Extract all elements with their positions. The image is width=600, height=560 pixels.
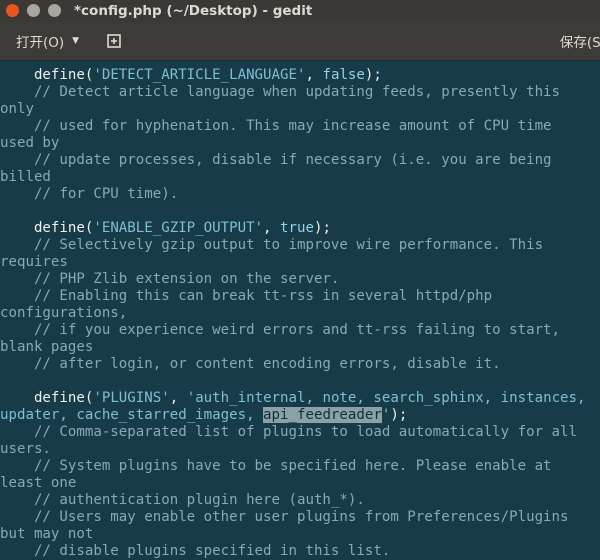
save-button[interactable]: 保存(S) (560, 28, 600, 54)
code-token: // Users may enable other user plugins f… (0, 509, 569, 525)
code-token: updater, cache_starred_images, (0, 407, 264, 423)
close-window-button[interactable] (6, 4, 19, 17)
code-line[interactable]: // Selectively gzip output to improve wi… (0, 237, 586, 254)
code-token: 'ENABLE_GZIP_OUTPUT' (93, 220, 264, 236)
code-token: true (280, 220, 314, 236)
toolbar: 打开(O) ▼ 保存(S) (0, 22, 600, 61)
minimize-window-button[interactable] (27, 4, 40, 17)
code-token: define( (0, 390, 94, 406)
new-document-icon[interactable] (105, 32, 123, 50)
code-token: , (169, 390, 187, 406)
code-token: configurations, (0, 305, 128, 321)
window-title: *config.php (~/Desktop) - gedit (74, 3, 313, 19)
code-token: , (263, 220, 281, 236)
code-token: ); (390, 407, 408, 423)
code-token: but may not (0, 526, 94, 542)
code-line[interactable]: // Detect article language when updating… (0, 84, 586, 101)
chevron-down-icon: ▼ (72, 36, 80, 46)
code-line[interactable]: blank pages (0, 339, 586, 356)
code-line[interactable]: define('ENABLE_GZIP_OUTPUT', true); (0, 220, 586, 237)
code-token: define( (0, 67, 94, 83)
code-line[interactable]: billed (0, 169, 586, 186)
code-token: // Comma-separated list of plugins to lo… (0, 424, 577, 440)
code-line[interactable]: but may not (0, 526, 586, 543)
code-line[interactable]: // authentication plugin here (auth_*). (0, 492, 586, 509)
code-token: // after login, or content encoding erro… (0, 356, 501, 372)
code-line[interactable]: define('DETECT_ARTICLE_LANGUAGE', false)… (0, 67, 586, 84)
text-editor[interactable]: define('DETECT_ARTICLE_LANGUAGE', false)… (0, 61, 600, 560)
code-token: used by (0, 135, 60, 151)
code-line[interactable]: // Users may enable other user plugins f… (0, 509, 586, 526)
open-button-label: 打开(O) (16, 35, 65, 51)
code-line[interactable]: // if you experience weird errors and tt… (0, 322, 586, 339)
code-token: define( (0, 220, 94, 236)
title-bar: *config.php (~/Desktop) - gedit (0, 0, 600, 22)
code-line[interactable]: // for CPU time). (0, 186, 586, 203)
code-token: 'DETECT_ARTICLE_LANGUAGE' (93, 67, 306, 83)
code-token: // PHP Zlib extension on the server. (0, 271, 340, 287)
code-token: ); (313, 220, 331, 236)
code-token: // authentication plugin here (auth_*). (0, 492, 365, 508)
code-token: // disable plugins specified in this lis… (0, 543, 391, 559)
code-token: ); (364, 67, 382, 83)
code-token: blank pages (0, 339, 94, 355)
code-line[interactable]: // update processes, disable if necessar… (0, 152, 586, 169)
code-token: false (322, 67, 365, 83)
code-token: billed (0, 169, 51, 185)
code-token: // System plugins have to be specified h… (0, 458, 552, 474)
code-line[interactable]: users. (0, 441, 586, 458)
code-line[interactable]: // disable plugins specified in this lis… (0, 543, 586, 560)
code-line[interactable]: // System plugins have to be specified h… (0, 458, 586, 475)
open-button[interactable]: 打开(O) ▼ (6, 28, 89, 54)
code-line[interactable]: updater, cache_starred_images, api_feedr… (0, 407, 586, 424)
code-line[interactable]: // after login, or content encoding erro… (0, 356, 586, 373)
code-token: , (305, 67, 323, 83)
code-token: // used for hyphenation. This may increa… (0, 118, 552, 134)
code-line[interactable]: // Enabling this can break tt-rss in sev… (0, 288, 586, 305)
save-button-label: 保存(S) (559, 35, 600, 51)
code-line[interactable]: least one (0, 475, 586, 492)
maximize-window-button[interactable] (48, 4, 61, 17)
code-view[interactable]: define('DETECT_ARTICLE_LANGUAGE', false)… (0, 67, 586, 560)
code-line[interactable]: only (0, 101, 586, 118)
code-token: // Detect article language when updating… (0, 84, 561, 100)
code-line[interactable]: requires (0, 254, 586, 271)
code-token: // Enabling this can break tt-rss in sev… (0, 288, 493, 304)
code-token: requires (0, 254, 68, 270)
code-line[interactable] (0, 203, 586, 220)
code-line[interactable]: // used for hyphenation. This may increa… (0, 118, 586, 135)
code-token: 'auth_internal, note, search_sphinx, ins… (186, 390, 586, 406)
code-line[interactable]: define('PLUGINS', 'auth_internal, note, … (0, 390, 586, 407)
code-token: 'PLUGINS' (93, 390, 170, 406)
code-token: // Selectively gzip output to improve wi… (0, 237, 544, 253)
code-line[interactable]: // Comma-separated list of plugins to lo… (0, 424, 586, 441)
code-line[interactable]: used by (0, 135, 586, 152)
code-token: // update processes, disable if necessar… (0, 152, 552, 168)
code-token: users. (0, 441, 51, 457)
code-line[interactable]: // PHP Zlib extension on the server. (0, 271, 586, 288)
code-token: least one (0, 475, 77, 491)
code-token: // if you experience weird errors and tt… (0, 322, 561, 338)
code-line[interactable]: configurations, (0, 305, 586, 322)
selected-text: api_feedreader (263, 407, 382, 423)
code-token: // for CPU time). (0, 186, 179, 202)
code-line[interactable] (0, 373, 586, 390)
code-token: only (0, 101, 34, 117)
